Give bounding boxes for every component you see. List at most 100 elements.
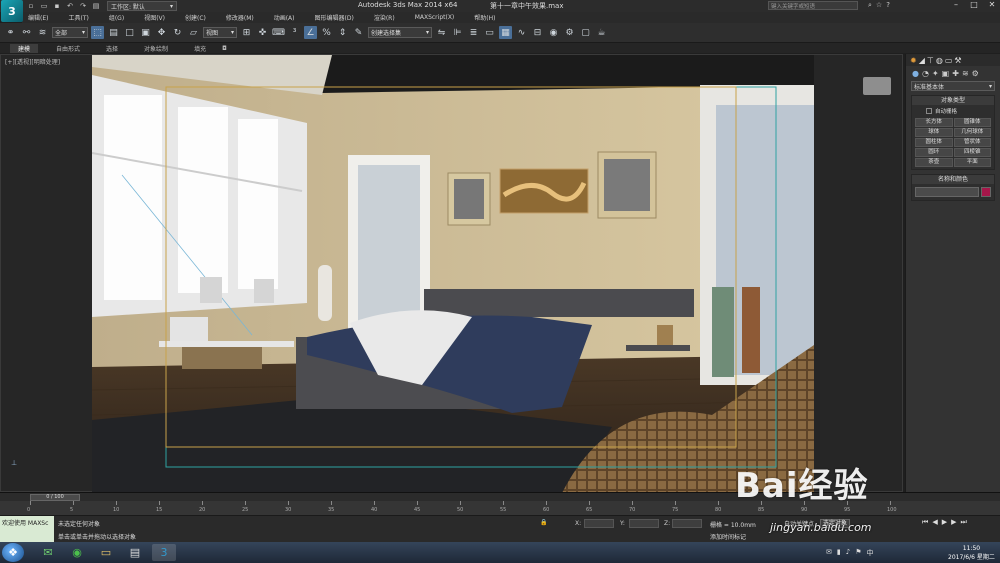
search-input[interactable]: 键入关键字或短语 xyxy=(768,1,858,10)
help-icon[interactable]: ? xyxy=(886,1,890,10)
move-icon[interactable]: ✥ xyxy=(155,26,168,39)
undo-icon[interactable]: ↶ xyxy=(65,2,75,11)
network-icon[interactable]: ▮ xyxy=(837,548,841,558)
menu-group[interactable]: 组(G) xyxy=(109,13,124,22)
curve-editor-icon[interactable]: ∿ xyxy=(515,26,528,39)
minimize-button[interactable]: – xyxy=(950,0,962,9)
unlink-icon[interactable]: ⚯ xyxy=(20,26,33,39)
link-icon[interactable]: ⚭ xyxy=(4,26,17,39)
tab-selection[interactable]: 选择 xyxy=(98,44,126,53)
layer-manager-icon[interactable]: ≣ xyxy=(467,26,480,39)
menu-animation[interactable]: 动画(A) xyxy=(274,13,295,22)
tab-freeform[interactable]: 自由形式 xyxy=(48,44,88,53)
open-file-icon[interactable]: ▭ xyxy=(39,2,49,11)
keyboard-shortcut-icon[interactable]: ⌨ xyxy=(272,26,285,39)
wechat-tray-icon[interactable]: ✉ xyxy=(826,548,832,558)
geosphere-button[interactable]: 几何球体 xyxy=(953,128,991,137)
rendered-frame-icon[interactable]: ▢ xyxy=(579,26,592,39)
create-tab-icon[interactable]: ✹ xyxy=(910,56,917,65)
cylinder-button[interactable]: 圆柱体 xyxy=(915,138,953,147)
schematic-view-icon[interactable]: ⊟ xyxy=(531,26,544,39)
menu-modifiers[interactable]: 修改器(M) xyxy=(226,13,254,22)
maxscript-listener[interactable]: 欢迎使用 MAXSc xyxy=(0,516,54,542)
motion-tab-icon[interactable]: ◍ xyxy=(936,56,943,65)
selection-filter-dropdown[interactable]: 全部 ▾ xyxy=(52,27,88,38)
object-color-swatch[interactable] xyxy=(981,187,991,197)
select-by-name-icon[interactable]: ▤ xyxy=(107,26,120,39)
wechat-icon[interactable]: ✉ xyxy=(36,544,60,561)
binoculars-icon[interactable]: ⌕ xyxy=(868,1,872,10)
menu-tools[interactable]: 工具(T) xyxy=(68,13,88,22)
geometry-icon[interactable]: ● xyxy=(912,69,919,78)
x-coord-field[interactable] xyxy=(584,519,614,528)
start-button[interactable]: ❖ xyxy=(2,543,24,562)
spacewarps-icon[interactable]: ≋ xyxy=(962,69,969,78)
menu-edit[interactable]: 编辑(E) xyxy=(28,13,48,22)
sphere-button[interactable]: 球体 xyxy=(915,128,953,137)
explorer-icon[interactable]: ▭ xyxy=(94,544,118,561)
tab-object-paint[interactable]: 对象绘制 xyxy=(136,44,176,53)
volume-icon[interactable]: ♪ xyxy=(846,548,850,558)
menu-rendering[interactable]: 渲染(R) xyxy=(374,13,395,22)
percent-snap-icon[interactable]: % xyxy=(320,26,333,39)
menu-views[interactable]: 视图(V) xyxy=(144,13,165,22)
render-setup-icon[interactable]: ⚙ xyxy=(563,26,576,39)
time-slider[interactable]: 0 / 100 xyxy=(30,494,80,501)
go-start-icon[interactable]: ⏮ xyxy=(922,518,928,527)
shapes-icon[interactable]: ◔ xyxy=(922,69,929,78)
select-manipulate-icon[interactable]: ✜ xyxy=(256,26,269,39)
ref-coord-dropdown[interactable]: 视图 ▾ xyxy=(203,27,237,38)
rotate-icon[interactable]: ↻ xyxy=(171,26,184,39)
rect-selection-icon[interactable]: □ xyxy=(123,26,136,39)
perspective-viewport[interactable]: [+][透视][明暗处理] ⊥ xyxy=(0,54,903,493)
y-coord-field[interactable] xyxy=(629,519,659,528)
angle-snap-icon[interactable]: ∠ xyxy=(304,26,317,39)
pivot-center-icon[interactable]: ⊞ xyxy=(240,26,253,39)
object-name-field[interactable] xyxy=(915,187,979,197)
menu-create[interactable]: 创建(C) xyxy=(185,13,206,22)
torus-button[interactable]: 圆环 xyxy=(915,148,953,157)
maximize-button[interactable]: □ xyxy=(968,0,980,9)
select-object-icon[interactable]: ⬚ xyxy=(91,26,104,39)
save-file-icon[interactable]: ▪ xyxy=(52,2,62,11)
next-frame-icon[interactable]: ▶ xyxy=(951,518,956,527)
star-icon[interactable]: ☆ xyxy=(876,1,882,10)
mirror-icon[interactable]: ⇋ xyxy=(435,26,448,39)
bind-spacewarp-icon[interactable]: ≋ xyxy=(36,26,49,39)
ime-icon[interactable]: 中 xyxy=(866,548,873,558)
tab-modeling[interactable]: 建模 xyxy=(10,43,39,53)
new-file-icon[interactable]: ▫ xyxy=(26,2,36,11)
menu-graph-editors[interactable]: 图形编辑器(D) xyxy=(315,13,354,22)
lock-icon[interactable]: 🔒 xyxy=(540,519,547,526)
flag-icon[interactable]: ⚑ xyxy=(855,548,861,558)
play-icon[interactable]: ▶ xyxy=(942,518,947,527)
geometry-category-dropdown[interactable]: 标准基本体 ▾ xyxy=(911,81,995,91)
edit-named-sel-icon[interactable]: ✎ xyxy=(352,26,365,39)
3dsmax-taskbar-icon[interactable]: 3 xyxy=(152,544,176,561)
teapot-button[interactable]: 茶壶 xyxy=(915,158,953,167)
add-time-tag[interactable]: 添加时间标记 xyxy=(710,532,746,541)
spinner-snap-icon[interactable]: ⇕ xyxy=(336,26,349,39)
render-icon[interactable]: ☕ xyxy=(595,26,608,39)
go-end-icon[interactable]: ⏭ xyxy=(960,518,966,527)
material-editor-icon[interactable]: ◉ xyxy=(547,26,560,39)
app-logo-icon[interactable]: 3 xyxy=(1,0,23,22)
taskbar-clock[interactable]: 11:50 2017/6/6 星期二 xyxy=(948,544,995,562)
named-selection-dropdown[interactable]: 创建选择集 ▾ xyxy=(368,27,432,38)
workspace-dropdown[interactable]: 工作区: 默认 ▾ xyxy=(107,1,177,11)
browser-icon[interactable]: ◉ xyxy=(65,544,89,561)
redo-icon[interactable]: ↷ xyxy=(78,2,88,11)
tube-button[interactable]: 管状体 xyxy=(953,138,991,147)
tab-populate[interactable]: 填充 xyxy=(186,44,214,53)
viewport-label[interactable]: [+][透视][明暗处理] xyxy=(5,57,60,66)
scene-explorer-icon[interactable]: ▦ xyxy=(499,26,512,39)
project-folder-icon[interactable]: ▤ xyxy=(91,2,101,11)
modify-tab-icon[interactable]: ◢ xyxy=(919,56,925,65)
prev-frame-icon[interactable]: ◀ xyxy=(932,518,937,527)
z-coord-field[interactable] xyxy=(672,519,702,528)
media-icon[interactable]: ▤ xyxy=(123,544,147,561)
cone-button[interactable]: 圆锥体 xyxy=(953,118,991,127)
box-button[interactable]: 长方体 xyxy=(915,118,953,127)
utilities-tab-icon[interactable]: ⚒ xyxy=(954,56,961,65)
ribbon-toggle-icon[interactable]: ▭ xyxy=(483,26,496,39)
